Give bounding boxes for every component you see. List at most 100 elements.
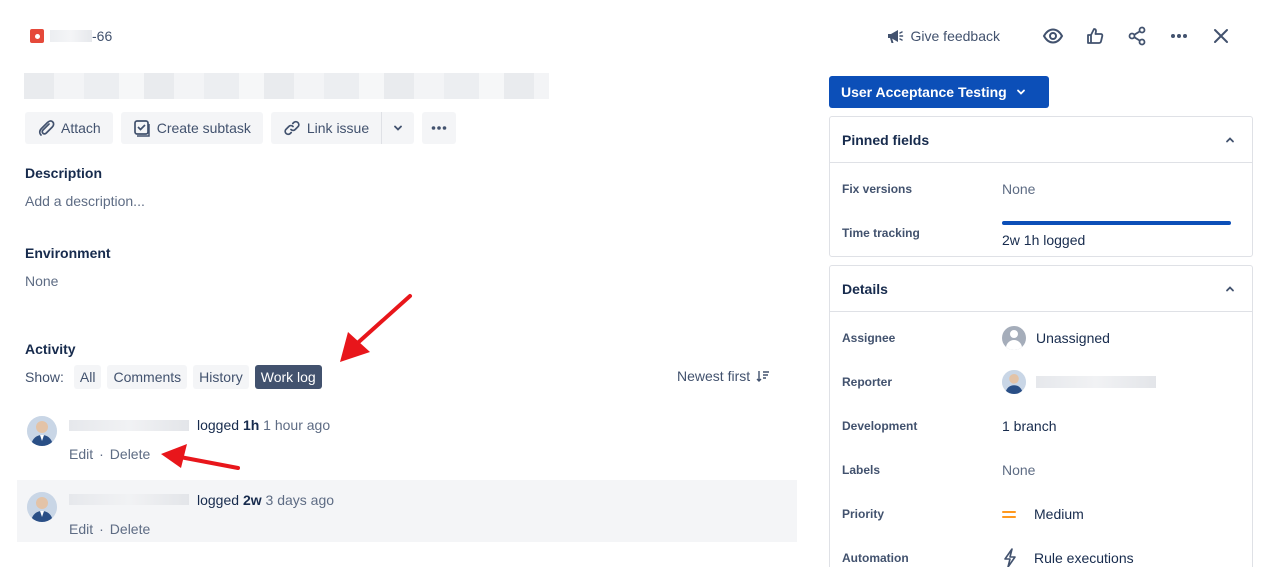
activity-filter-bar: Show: All Comments History Work log [25,365,322,389]
filter-history[interactable]: History [193,365,249,389]
time-tracking-value[interactable]: 2w 1h logged [1002,232,1085,248]
chevron-up-icon [1226,285,1234,291]
environment-value[interactable]: None [25,273,58,289]
assignee-row: Assignee Unassigned [842,326,1240,350]
worklog-amount: 2w [242,492,262,508]
more-actions-button[interactable] [1158,22,1200,50]
chevron-down-icon [394,125,403,131]
development-value[interactable]: 1 branch [1002,418,1056,434]
assignee-value[interactable]: Unassigned [1002,326,1110,350]
worklog-entry: logged 2w 3 days ago Edit · Delete [17,480,797,542]
pinned-fields-header[interactable]: Pinned fields [830,117,1252,163]
close-button[interactable] [1200,22,1242,50]
delete-link[interactable]: Delete [110,521,150,537]
worklog-summary: logged 2w 3 days ago [197,492,334,508]
filter-comments[interactable]: Comments [107,365,188,389]
filter-all[interactable]: All [73,365,102,389]
avatar[interactable] [27,492,57,522]
edit-link[interactable]: Edit [69,446,93,462]
thumbs-up-icon [1087,28,1104,44]
link-issue-dropdown-button[interactable] [381,112,415,144]
assignee-name: Unassigned [1036,330,1110,346]
fix-versions-row: Fix versions None [842,177,1240,201]
pinned-fields-panel: Pinned fields Fix versions None Time tra… [829,116,1253,257]
subtask-icon [133,120,150,137]
megaphone-icon [887,30,903,43]
status-label: User Acceptance Testing [841,84,1007,100]
create-subtask-label: Create subtask [156,120,251,136]
link-issue-button[interactable]: Link issue [270,112,382,144]
reporter-name-redacted [1036,376,1156,388]
reporter-value[interactable] [1002,370,1156,394]
annotation-arrow-icon [161,444,240,470]
details-title: Details [842,280,888,297]
activity-heading: Activity [25,341,76,357]
priority-value[interactable]: Medium [1002,506,1084,522]
labels-row: Labels None [842,458,1240,482]
fix-versions-value[interactable]: None [1002,181,1035,197]
description-heading: Description [25,165,103,181]
labels-value[interactable]: None [1002,462,1035,478]
automation-value[interactable]: Rule executions [1002,548,1134,567]
priority-row: Priority Medium [842,502,1240,526]
attach-button[interactable]: Attach [25,112,113,144]
create-subtask-button[interactable]: Create subtask [120,112,263,144]
give-feedback-button[interactable]: Give feedback [885,26,1000,46]
environment-heading: Environment [25,245,111,261]
status-transition-button[interactable]: User Acceptance Testing [829,76,1049,108]
link-issue-label: Link issue [306,120,370,136]
edit-link[interactable]: Edit [69,521,93,537]
worklog-time[interactable]: 3 days ago [266,492,335,508]
separator-dot: · [99,521,104,537]
issue-header-actions: Give feedback [885,22,1243,50]
sort-descending-icon [756,371,770,382]
field-label: Labels [842,463,881,477]
development-row: Development 1 branch [842,414,1240,438]
description-placeholder[interactable]: Add a description... [25,193,145,209]
pinned-fields-title: Pinned fields [842,131,930,148]
field-label: Assignee [842,331,896,345]
sort-order-button[interactable]: Newest first [677,368,770,384]
issue-key-suffix: -66 [92,28,113,44]
field-label: Priority [842,507,885,521]
details-panel: Details Assignee Unassigned Reporter Dev… [829,265,1253,567]
bug-icon [30,29,44,43]
automation-row: Automation Rule executions [842,546,1240,567]
share-button[interactable] [1116,22,1158,50]
author-name-redacted[interactable] [69,420,189,431]
worklog-entry: logged 1h 1 hour ago Edit · Delete [17,408,797,470]
worklog-action: logged [197,417,240,433]
field-label: Automation [842,551,909,565]
filter-work-log[interactable]: Work log [254,365,322,389]
lightning-bolt-icon [1004,548,1016,567]
paperclip-icon [38,120,55,136]
project-key-redacted [50,30,92,42]
details-header[interactable]: Details [830,266,1252,312]
vote-button[interactable] [1074,22,1116,50]
author-name-redacted[interactable] [69,494,189,505]
issue-toolbar: Attach Create subtask Link issue [25,112,457,144]
field-label: Fix versions [842,182,913,196]
worklog-time[interactable]: 1 hour ago [263,417,330,433]
issue-summary-redacted[interactable] [24,73,549,99]
more-horizontal-icon [1171,34,1187,38]
separator-dot: · [99,446,104,462]
field-label: Development [842,419,918,433]
worklog-amount: 1h [242,417,260,433]
toolbar-more-button[interactable] [422,112,457,144]
delete-link[interactable]: Delete [110,446,150,462]
issue-key[interactable]: -66 [30,27,112,45]
attach-label: Attach [61,120,101,136]
avatar [1002,370,1026,394]
avatar[interactable] [27,416,57,446]
chevron-down-icon [1016,89,1025,95]
watch-button[interactable] [1032,22,1074,50]
priority-medium-icon [1002,510,1016,518]
field-label: Time tracking [842,226,920,240]
link-issue-group: Link issue [270,112,415,144]
worklog-actions: Edit · Delete [69,521,150,537]
worklog-action: logged [197,492,240,508]
worklog-summary: logged 1h 1 hour ago [197,417,330,433]
field-label: Reporter [842,375,893,389]
priority-name: Medium [1034,506,1084,522]
